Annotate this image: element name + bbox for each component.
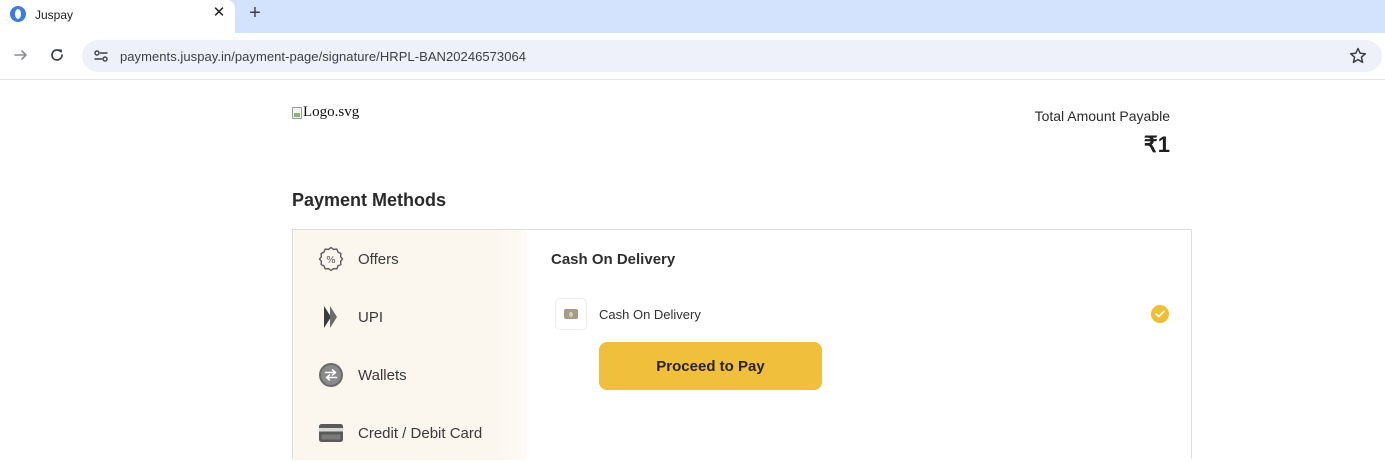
percent-badge-icon: % [318,246,344,272]
new-tab-button[interactable]: + [245,3,265,23]
payment-method-sidebar: % Offers UPI Wallets Credit / Debit Card [293,230,527,460]
method-label: Credit / Debit Card [358,424,483,442]
method-card[interactable]: Credit / Debit Card [293,404,527,462]
tab-title: Juspay [35,8,74,22]
reload-icon[interactable] [46,44,68,66]
cod-option[interactable]: Cash On Delivery [555,298,1169,330]
url-text[interactable]: payments.juspay.in/payment-page/signatur… [120,49,526,64]
payment-methods-heading: Payment Methods [292,190,447,210]
address-bar[interactable]: payments.juspay.in/payment-page/signatur… [82,40,1382,72]
total-amount-value: ₹1 [1143,132,1170,157]
close-tab-icon[interactable]: ✕ [210,4,228,22]
browser-toolbar: payments.juspay.in/payment-page/signatur… [0,33,1385,80]
method-offers[interactable]: % Offers [293,230,527,288]
bookmark-star-icon[interactable] [1348,46,1368,66]
tab-strip: Juspay ✕ + [0,0,1385,33]
site-info-icon[interactable] [93,48,109,64]
upi-icon [318,304,344,330]
svg-text:%: % [326,255,336,266]
juspay-favicon-icon [10,6,26,22]
broken-image-icon [292,106,302,119]
method-label: Offers [358,250,399,268]
logo-alt-text: Logo.svg [303,104,360,120]
payment-page: Logo.svg Total Amount Payable ₹1 Payment… [0,81,1385,460]
method-label: UPI [358,308,384,326]
payment-methods-card: % Offers UPI Wallets Credit / Debit Card… [292,229,1192,460]
wallet-exchange-icon [318,362,344,388]
cash-icon-box [555,298,587,330]
selected-method-title: Cash On Delivery [551,251,676,268]
method-wallets[interactable]: Wallets [293,346,527,404]
selected-check-icon [1151,305,1169,323]
cash-icon [564,309,578,319]
merchant-logo: Logo.svg [292,104,359,121]
method-label: Wallets [358,366,407,384]
card-icon [318,420,344,446]
browser-tab[interactable]: Juspay ✕ [0,0,235,33]
proceed-to-pay-button[interactable]: Proceed to Pay [599,342,822,390]
payment-detail-panel: Cash On Delivery Cash On Delivery Procee… [527,230,1191,460]
cod-option-label: Cash On Delivery [599,307,701,322]
forward-arrow-icon[interactable] [10,44,32,66]
total-amount-label: Total Amount Payable [1034,108,1170,124]
method-upi[interactable]: UPI [293,288,527,346]
